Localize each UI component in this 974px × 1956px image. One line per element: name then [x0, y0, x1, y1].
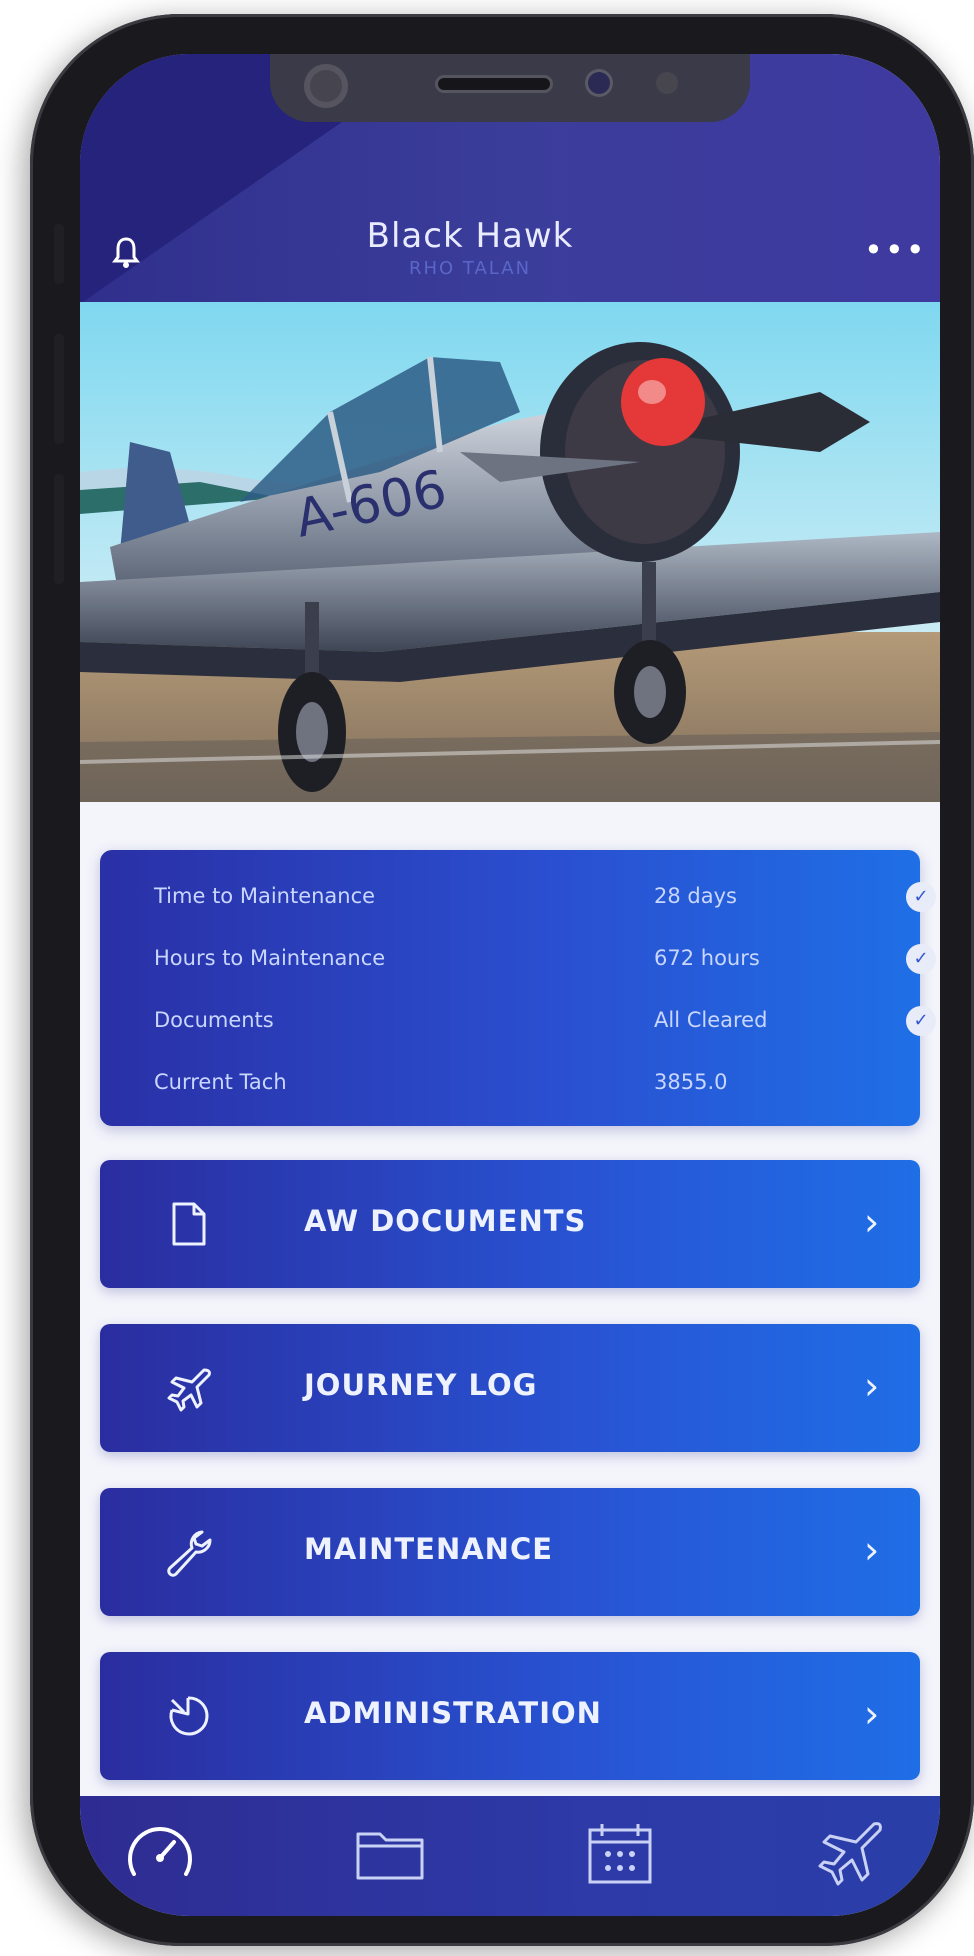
- status-row: Time to Maintenance 28 days ✓: [154, 876, 936, 916]
- volume-down-button: [54, 474, 64, 584]
- check-icon: ✓: [906, 882, 936, 912]
- folder-icon[interactable]: [350, 1814, 430, 1894]
- bell-icon[interactable]: [112, 236, 140, 270]
- check-icon: ✓: [906, 1006, 936, 1036]
- calendar-icon[interactable]: [580, 1814, 660, 1894]
- bottom-tab-bar: [80, 1796, 940, 1916]
- airplane-icon[interactable]: [810, 1814, 890, 1894]
- speedometer-icon[interactable]: [120, 1814, 200, 1894]
- chevron-right-icon: ›: [864, 1364, 880, 1408]
- status-row: Hours to Maintenance 672 hours ✓: [154, 938, 936, 978]
- menu-label: AW DOCUMENTS: [304, 1204, 587, 1238]
- sensor: [588, 72, 610, 94]
- aw-documents-button[interactable]: AW DOCUMENTS ›: [100, 1160, 920, 1288]
- check-icon: ✓: [906, 944, 936, 974]
- status-label: Current Tach: [154, 1070, 287, 1094]
- menu-label: ADMINISTRATION: [304, 1696, 602, 1730]
- status-value: 3855.0: [654, 1070, 728, 1094]
- aircraft-name: Black Hawk: [366, 216, 574, 256]
- app-header: Black Hawk RHO TALAN •••: [80, 54, 940, 304]
- chevron-right-icon: ›: [864, 1692, 880, 1736]
- status-value: All Cleared: [654, 1008, 768, 1032]
- maintenance-button[interactable]: MAINTENANCE ›: [100, 1488, 920, 1616]
- aircraft-photo: A-606: [80, 302, 940, 802]
- document-icon: [172, 1202, 206, 1246]
- journey-log-button[interactable]: JOURNEY LOG ›: [100, 1324, 920, 1452]
- status-row: Documents All Cleared ✓: [154, 1000, 936, 1040]
- phone-notch: [270, 54, 750, 122]
- sensor: [656, 72, 678, 94]
- pointer-icon: [169, 1696, 209, 1736]
- mute-switch: [54, 224, 64, 284]
- app-screen: Black Hawk RHO TALAN ••• A-606 Time to M…: [80, 54, 940, 1916]
- speaker: [438, 78, 550, 90]
- more-options-icon[interactable]: •••: [864, 234, 927, 266]
- status-row: Current Tach 3855.0: [154, 1062, 894, 1102]
- menu-label: MAINTENANCE: [304, 1532, 554, 1566]
- volume-up-button: [54, 334, 64, 444]
- status-value: 672 hours: [654, 946, 760, 970]
- status-label: Documents: [154, 1008, 274, 1032]
- camera: [304, 64, 348, 108]
- wrench-icon: [167, 1530, 212, 1577]
- status-value: 28 days: [654, 884, 737, 908]
- maintenance-status-card: Time to Maintenance 28 days ✓ Hours to M…: [100, 850, 936, 1126]
- airplane-icon: [167, 1368, 211, 1412]
- aircraft-registration: RHO TALAN: [408, 258, 532, 279]
- administration-button[interactable]: ADMINISTRATION ›: [100, 1652, 920, 1780]
- chevron-right-icon: ›: [864, 1528, 880, 1572]
- chevron-right-icon: ›: [864, 1200, 880, 1244]
- menu-label: JOURNEY LOG: [304, 1368, 538, 1402]
- status-label: Hours to Maintenance: [154, 946, 386, 970]
- status-label: Time to Maintenance: [154, 884, 376, 908]
